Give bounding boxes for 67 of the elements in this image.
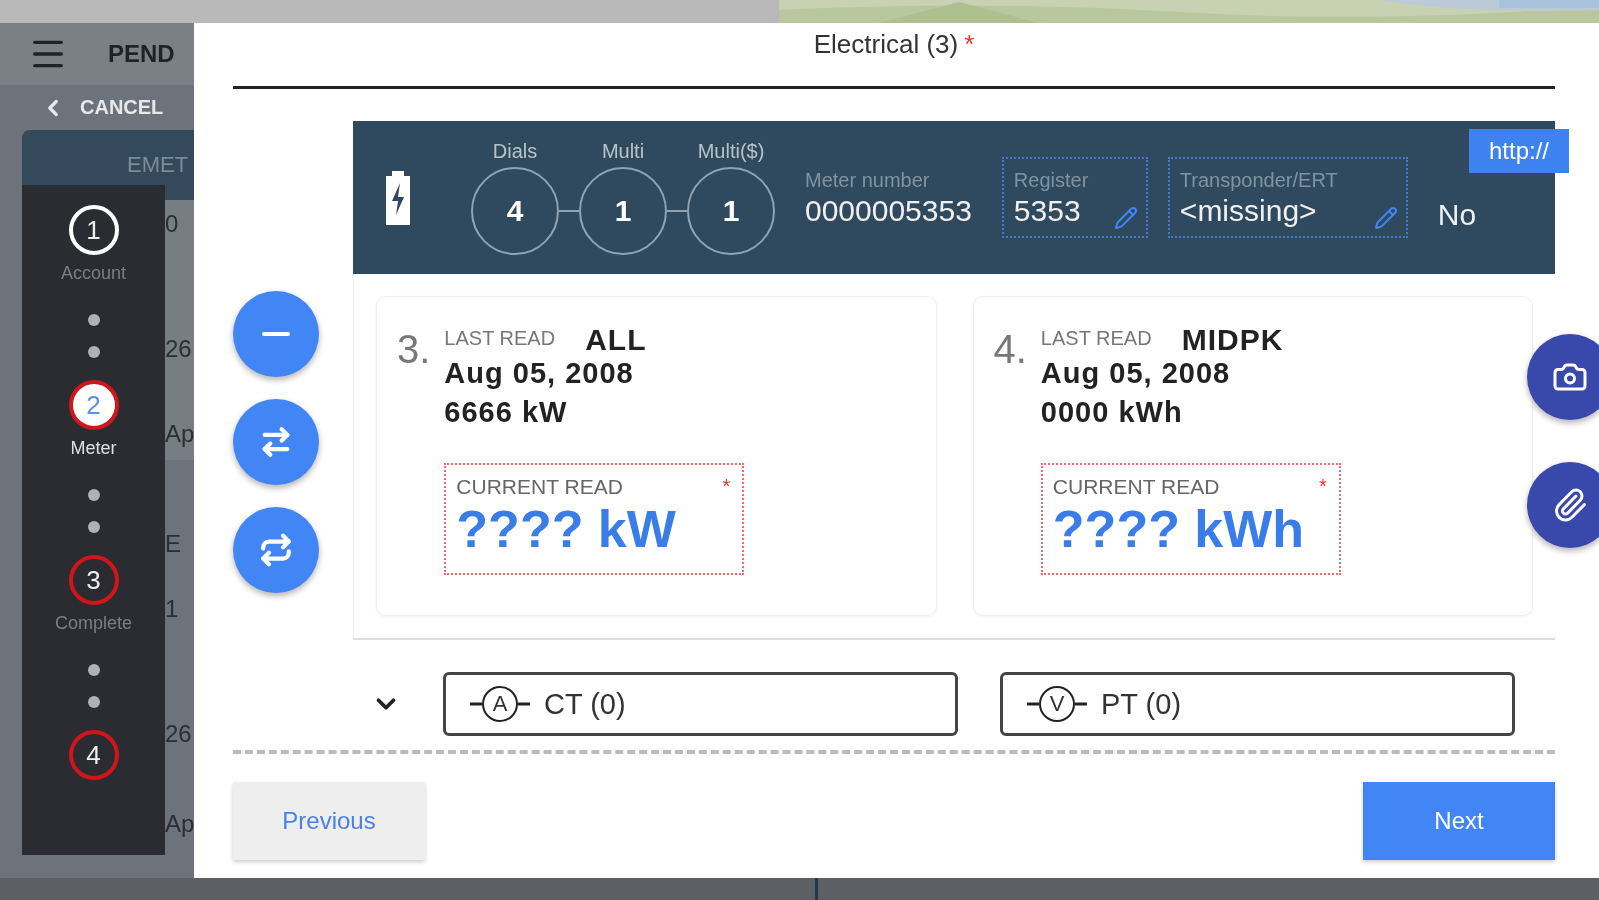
current-read-label: CURRENT READ	[456, 475, 623, 499]
last-read-date: Aug 05, 2008	[1040, 357, 1232, 390]
step-dot	[87, 696, 100, 708]
dial-value: 1	[687, 167, 775, 255]
row-text: Ap	[165, 420, 195, 448]
step-dot	[87, 314, 100, 326]
dial-label: Multi	[601, 140, 645, 163]
cancel-link[interactable]: CANCEL	[40, 94, 164, 121]
read-index: 4.	[993, 327, 1027, 373]
transformer-button[interactable]: A CT (0)	[443, 672, 958, 736]
register-field[interactable]: Register 5353	[1001, 157, 1148, 238]
swap-button[interactable]	[233, 399, 319, 485]
repeat-button[interactable]	[233, 507, 319, 593]
dial-value: 1	[579, 167, 667, 255]
step-label: Account	[60, 263, 126, 284]
card-header: EMET	[127, 152, 189, 178]
link-badge[interactable]: http://	[1468, 129, 1569, 173]
step-dot	[87, 489, 100, 501]
paperclip-icon	[1552, 487, 1588, 523]
edit-icon[interactable]	[1373, 206, 1398, 230]
row-text: 26	[165, 335, 192, 363]
tou-label: MIDPK	[1181, 323, 1284, 357]
last-read-value: 0000 kWh	[1040, 396, 1184, 429]
dial-label: Multi($)	[697, 140, 765, 163]
edit-icon[interactable]	[1113, 206, 1138, 230]
battery-icon	[383, 170, 413, 225]
dialog-title: Electrical (3) *	[813, 29, 975, 60]
step-dot	[87, 346, 100, 358]
attach-button[interactable]	[1527, 462, 1599, 548]
step-number[interactable]: 1	[68, 205, 119, 255]
tou-label: ALL	[585, 323, 647, 357]
current-read-label: CURRENT READ	[1052, 475, 1220, 499]
pulse-value: No	[1437, 197, 1477, 232]
step-number[interactable]: 3	[68, 555, 119, 605]
repeat-icon	[259, 533, 293, 567]
last-read-date: Aug 05, 2008	[444, 357, 635, 390]
required-mark: *	[722, 475, 731, 498]
row-text: 1	[165, 595, 179, 623]
camera-button[interactable]	[1527, 334, 1599, 420]
step-label: Complete	[54, 613, 132, 634]
row-text: 26	[165, 720, 192, 748]
row-text: Ap	[165, 810, 195, 838]
transponder-field[interactable]: Transponder/ERT <missing>	[1167, 157, 1408, 238]
current-read-input[interactable]: ???? kW	[456, 499, 735, 559]
last-read-value: 6666 kW	[444, 396, 569, 429]
minus-icon	[262, 332, 290, 336]
dial-label: Dials	[492, 140, 538, 163]
row-text: E	[165, 530, 181, 558]
read-index: 3.	[397, 327, 431, 373]
next-button[interactable]: Next	[1363, 782, 1555, 860]
current-read-field[interactable]: CURRENT READ * ???? kW	[444, 463, 745, 575]
last-read-label: LAST READ	[444, 327, 556, 350]
field-label: Meter number	[805, 169, 931, 192]
current-read-input[interactable]: ???? kWh	[1052, 499, 1331, 559]
step-number[interactable]: 4	[68, 730, 119, 780]
step-dot	[87, 521, 100, 533]
app-title: PEND	[108, 40, 175, 68]
meter-number: 0000005353	[805, 194, 972, 228]
required-mark: *	[1319, 475, 1327, 498]
remove-button[interactable]	[233, 291, 319, 377]
transformer-button[interactable]: V PT (0)	[1000, 672, 1515, 736]
dial-value: 4	[471, 167, 559, 255]
row-text: 0	[165, 210, 179, 238]
step-dot	[87, 664, 100, 676]
current-read-field[interactable]: CURRENT READ * ???? kWh	[1040, 463, 1341, 575]
last-read-label: LAST READ	[1040, 327, 1152, 350]
step-label: Meter	[70, 438, 117, 459]
